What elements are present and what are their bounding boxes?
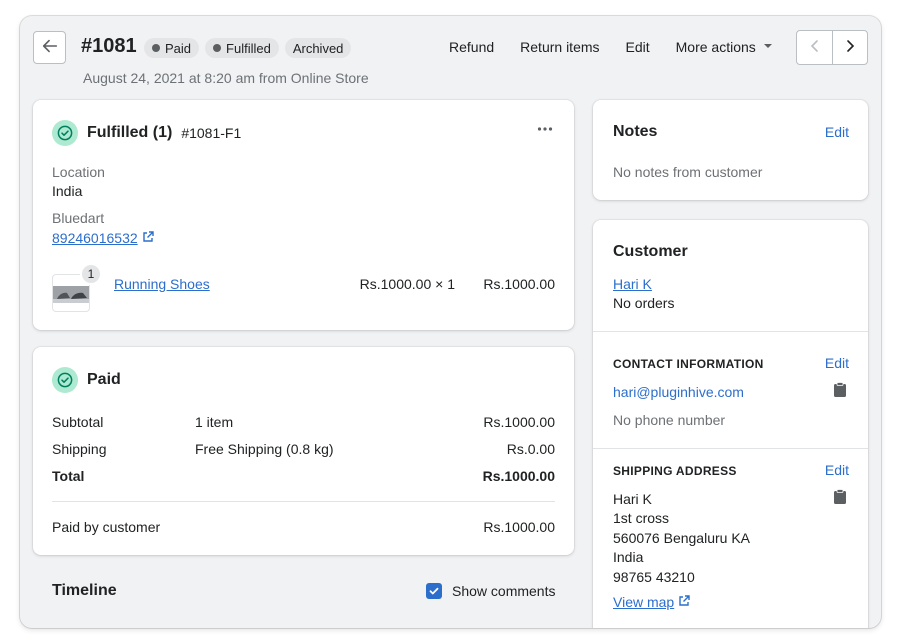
shipping-address: Hari K 1st cross 560076 Bengaluru KA Ind… <box>613 490 750 587</box>
payment-card: Paid Subtotal 1 item Rs.1000.00 Shipping… <box>33 347 574 555</box>
shipping-address-edit-button[interactable]: Edit <box>825 462 849 478</box>
show-comments-label: Show comments <box>452 583 556 599</box>
checkmark-icon <box>429 587 439 595</box>
address-line: 1st cross <box>613 510 670 527</box>
unit-price: Rs.1000.00 × 1 <box>359 276 455 292</box>
chevron-right-icon <box>843 39 857 56</box>
divider <box>52 501 555 502</box>
product-link[interactable]: Running Shoes <box>114 276 210 292</box>
caret-down-icon <box>762 39 774 55</box>
address-line: 560076 Bengaluru KA <box>613 529 750 546</box>
divider <box>593 448 868 449</box>
page-title: #1081 <box>81 35 137 57</box>
notes-card: Notes Edit No notes from customer <box>593 100 868 200</box>
fulfillment-id: #1081-F1 <box>181 125 242 141</box>
notes-title: Notes <box>613 123 658 140</box>
shipping-address-title: SHIPPING ADDRESS <box>613 464 737 478</box>
chevron-left-icon <box>808 39 822 56</box>
paid-by-label: Paid by customer <box>52 519 161 535</box>
location-value: India <box>52 183 83 199</box>
location-label: Location <box>52 164 105 180</box>
status-dot-icon <box>152 44 160 52</box>
customer-phone: No phone number <box>613 412 726 428</box>
customer-title: Customer <box>613 243 688 260</box>
refund-button[interactable]: Refund <box>449 39 494 55</box>
return-items-button[interactable]: Return items <box>520 39 599 55</box>
address-line: India <box>613 549 644 566</box>
status-badge-paid: Paid <box>144 38 200 58</box>
show-comments-toggle[interactable]: Show comments <box>426 583 555 599</box>
more-actions-label: More actions <box>675 39 756 55</box>
tracking-number: 89246016532 <box>52 230 138 246</box>
show-comments-checkbox[interactable] <box>426 583 442 599</box>
fulfillment-card: Fulfilled (1) #1081-F1 Location India Bl… <box>33 100 574 330</box>
external-link-icon <box>142 230 154 246</box>
external-link-icon <box>678 594 690 610</box>
paid-by-value: Rs.1000.00 <box>483 519 555 535</box>
ellipsis-icon <box>536 125 554 141</box>
shipping-label: Shipping <box>52 441 107 457</box>
subtotal-detail: 1 item <box>195 414 234 430</box>
order-pager <box>796 30 868 65</box>
payment-title: Paid <box>87 371 121 388</box>
total-value: Rs.1000.00 <box>482 468 555 484</box>
divider <box>593 331 868 332</box>
notes-edit-button[interactable]: Edit <box>825 124 849 140</box>
total-label: Total <box>52 468 85 484</box>
customer-email-link[interactable]: hari@pluginhive.com <box>613 384 744 400</box>
fulfillment-menu-button[interactable] <box>536 120 554 141</box>
order-details-window: #1081 Paid Fulfilled Archived Refund Ret… <box>20 16 881 628</box>
status-dot-icon <box>213 44 222 52</box>
copy-email-button[interactable] <box>833 382 847 401</box>
customer-name-link[interactable]: Hari K <box>613 276 652 292</box>
order-subtitle: August 24, 2021 at 8:20 am from Online S… <box>83 70 369 86</box>
view-map-label: View map <box>613 594 675 610</box>
carrier-name: Bluedart <box>52 210 105 226</box>
address-line: Hari K <box>613 491 652 507</box>
check-circle-icon <box>52 367 78 393</box>
line-total: Rs.1000.00 <box>483 276 555 292</box>
quantity-badge: 1 <box>80 263 102 285</box>
edit-order-button[interactable]: Edit <box>626 39 650 55</box>
contact-edit-button[interactable]: Edit <box>825 355 849 371</box>
previous-order-button[interactable] <box>797 31 832 64</box>
subtotal-label: Subtotal <box>52 414 104 430</box>
fulfillment-title: Fulfilled (1) <box>87 124 173 141</box>
contact-info-title: CONTACT INFORMATION <box>613 357 764 371</box>
next-order-button[interactable] <box>832 31 867 64</box>
shipping-value: Rs.0.00 <box>506 441 555 457</box>
timeline-title: Timeline <box>52 582 117 599</box>
header-actions: Refund Return items Edit More actions <box>449 39 800 55</box>
shipping-detail: Free Shipping (0.8 kg) <box>195 441 334 457</box>
notes-empty-text: No notes from customer <box>613 164 763 180</box>
copy-address-button[interactable] <box>833 489 847 508</box>
check-circle-icon <box>52 120 78 146</box>
subtotal-value: Rs.1000.00 <box>483 414 555 430</box>
status-badge-archived: Archived <box>284 38 352 58</box>
status-badges: Paid Fulfilled Archived <box>144 38 352 58</box>
clipboard-icon <box>833 489 847 508</box>
more-actions-button[interactable]: More actions <box>676 39 774 55</box>
back-button[interactable] <box>33 31 66 64</box>
customer-card: Customer Hari K No orders CONTACT INFORM… <box>593 220 868 628</box>
arrow-left-icon <box>41 37 59 58</box>
address-line: 98765 43210 <box>613 568 695 585</box>
tracking-link[interactable]: 89246016532 <box>52 230 154 246</box>
clipboard-icon <box>833 382 847 401</box>
customer-orders: No orders <box>613 295 675 311</box>
status-badge-fulfilled: Fulfilled <box>205 38 279 58</box>
view-map-link[interactable]: View map <box>613 594 690 610</box>
